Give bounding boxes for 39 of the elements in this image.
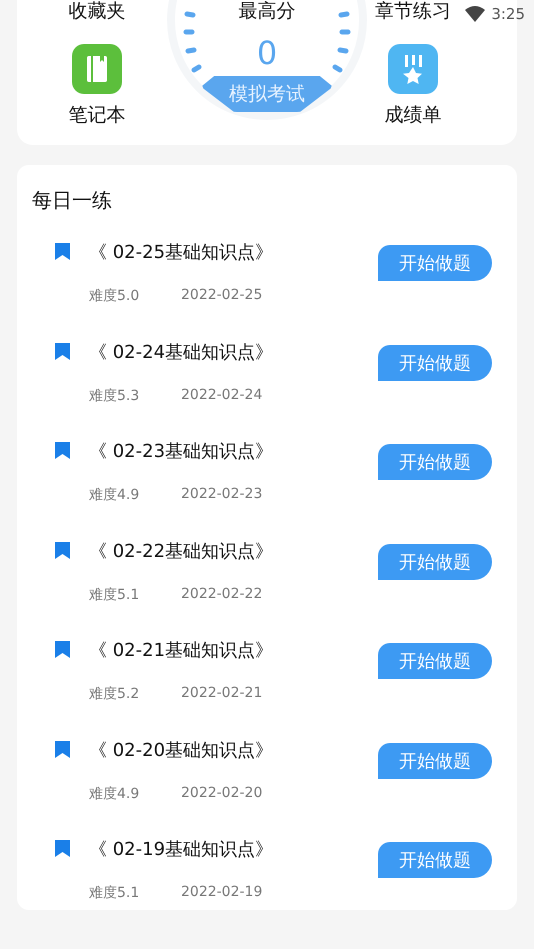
bookmark-icon <box>55 740 70 758</box>
section-title: 每日一练 <box>32 187 112 213</box>
date-label: 2022-02-24 <box>181 386 262 404</box>
date-label: 2022-02-21 <box>181 685 262 703</box>
practice-title[interactable]: 《 02-21基础知识点》 <box>89 639 274 663</box>
date-label: 2022-02-22 <box>181 586 262 604</box>
status-time: 3:25 <box>491 5 525 23</box>
wifi-icon <box>465 6 486 22</box>
difficulty-label: 难度5.2 <box>89 685 140 703</box>
gauge-title: 最高分 <box>238 0 296 22</box>
score-value: 0 <box>256 34 278 72</box>
bookmark-icon <box>55 442 70 459</box>
date-label: 2022-02-25 <box>181 287 262 305</box>
bookmark-icon <box>55 641 70 658</box>
practice-title[interactable]: 《 02-24基础知识点》 <box>89 340 274 364</box>
date-label: 2022-02-19 <box>181 884 262 902</box>
practice-title[interactable]: 《 02-19基础知识点》 <box>89 838 274 862</box>
difficulty-label: 难度5.0 <box>89 287 140 305</box>
menu-label[interactable]: 收藏夹 <box>68 0 126 22</box>
bookmark-icon <box>55 342 70 360</box>
practice-title[interactable]: 《 02-22基础知识点》 <box>89 540 274 564</box>
date-label: 2022-02-23 <box>181 486 262 504</box>
bookmark-icon <box>55 243 70 260</box>
difficulty-label: 难度4.9 <box>89 486 140 504</box>
difficulty-label: 难度5.3 <box>89 386 140 404</box>
practice-title[interactable]: 《 02-25基础知识点》 <box>89 241 274 265</box>
medal-icon[interactable] <box>388 44 438 94</box>
practice-title[interactable]: 《 02-20基础知识点》 <box>89 738 274 762</box>
difficulty-label: 难度5.1 <box>89 884 140 902</box>
menu-label[interactable]: 章节练习 <box>375 0 451 22</box>
menu-label[interactable]: 笔记本 <box>68 104 126 126</box>
bookmark-icon <box>55 542 70 558</box>
menu-label[interactable]: 成绩单 <box>384 104 442 126</box>
practice-title[interactable]: 《 02-23基础知识点》 <box>89 440 274 464</box>
difficulty-label: 难度5.1 <box>89 586 140 604</box>
bookmark-icon <box>55 840 70 857</box>
difficulty-label: 难度4.9 <box>89 784 140 802</box>
date-label: 2022-02-20 <box>181 784 262 802</box>
notebook-icon[interactable] <box>72 44 122 94</box>
